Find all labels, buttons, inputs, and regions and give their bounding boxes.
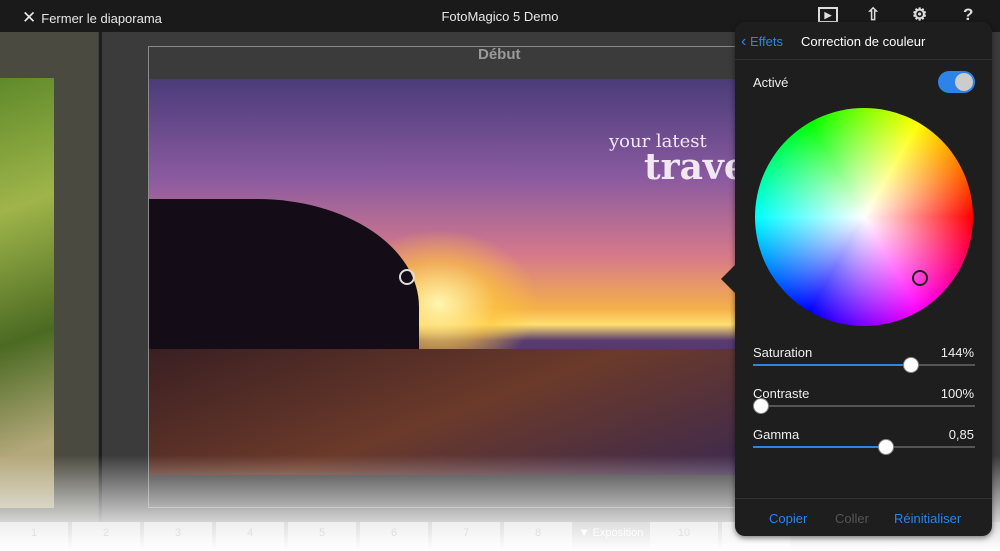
saturation-label: Saturation bbox=[753, 345, 813, 360]
timeline-slide[interactable]: 1 bbox=[0, 522, 68, 551]
back-to-effects-button[interactable]: ‹ Effets bbox=[741, 33, 783, 51]
color-wheel[interactable] bbox=[755, 108, 973, 326]
divider bbox=[99, 32, 102, 522]
timeline-group-exposition[interactable]: ▼ Exposition bbox=[576, 522, 646, 551]
timeline-slide[interactable]: 5 bbox=[288, 522, 356, 551]
timeline-slide[interactable]: 6 bbox=[360, 522, 428, 551]
timeline-slide[interactable]: 10 bbox=[650, 522, 718, 551]
reset-button[interactable]: Réinitialiser bbox=[894, 511, 961, 526]
timeline-slide[interactable]: 4 bbox=[216, 522, 284, 551]
copy-button[interactable]: Copier bbox=[769, 511, 807, 526]
timeline-slide[interactable]: 3 bbox=[144, 522, 212, 551]
color-wheel-knob[interactable] bbox=[912, 270, 928, 286]
active-toggle[interactable] bbox=[938, 71, 975, 93]
timeline-slide[interactable]: 8 bbox=[504, 522, 572, 551]
saturation-value: 144% bbox=[940, 345, 974, 360]
color-correction-popover: ‹ Effets Correction de couleur Activé Sa… bbox=[721, 22, 992, 536]
saturation-slider[interactable] bbox=[753, 357, 975, 373]
previous-slide-thumbnail[interactable] bbox=[0, 32, 98, 522]
contrast-value: 100% bbox=[940, 386, 974, 401]
slide-title-text: your latest trave bbox=[609, 131, 747, 188]
slide-photo[interactable]: your latest trave bbox=[149, 79, 749, 475]
focus-point-handle[interactable] bbox=[399, 269, 415, 285]
paste-button[interactable]: Coller bbox=[835, 511, 869, 526]
gamma-value: 0,85 bbox=[948, 427, 974, 442]
timeline-slide[interactable]: 7 bbox=[432, 522, 500, 551]
gamma-slider[interactable] bbox=[753, 439, 975, 455]
gamma-label: Gamma bbox=[753, 427, 800, 442]
contrast-slider[interactable] bbox=[753, 398, 975, 414]
timeline-slide[interactable]: 2 bbox=[72, 522, 140, 551]
play-preview-icon[interactable]: ▶ bbox=[818, 7, 838, 23]
popover-title: Correction de couleur bbox=[801, 34, 926, 49]
active-label: Activé bbox=[753, 75, 789, 90]
chevron-left-icon: ‹ bbox=[741, 33, 747, 50]
slide-start-label: Début bbox=[478, 46, 521, 63]
